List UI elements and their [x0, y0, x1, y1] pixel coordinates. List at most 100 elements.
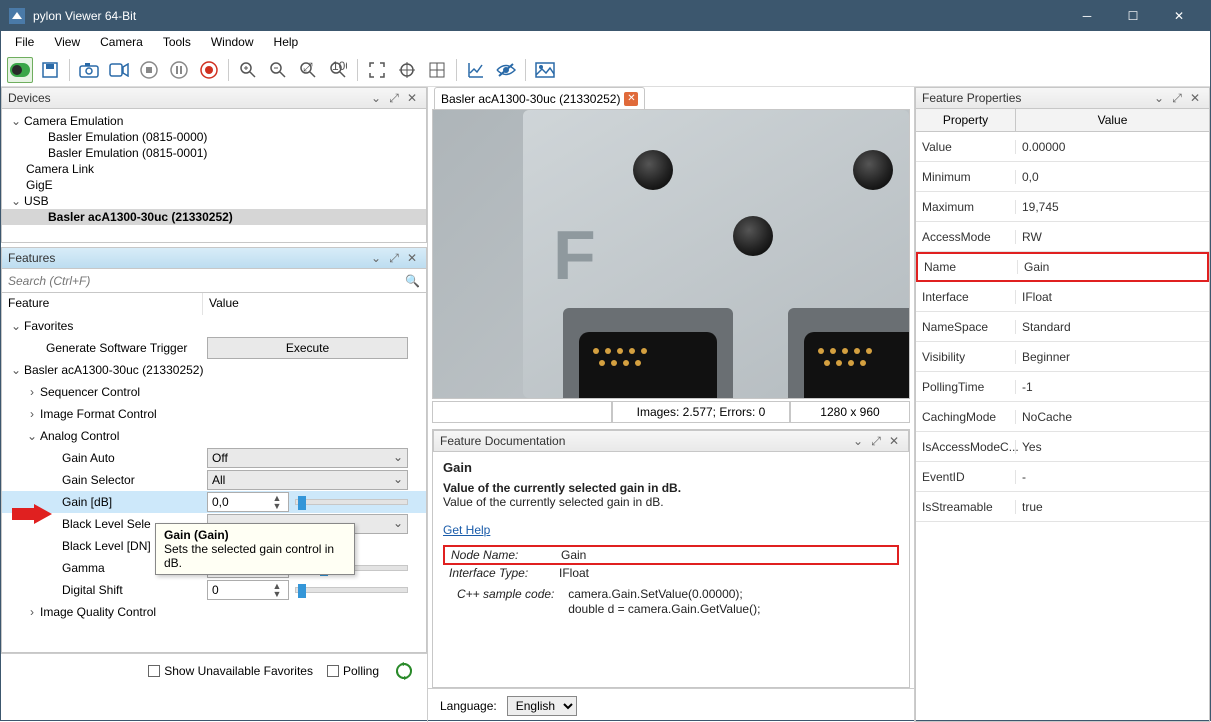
image-statusbar: Images: 2.577; Errors: 0 1280 x 960	[432, 401, 910, 423]
doc-heading: Gain	[443, 460, 899, 475]
features-tree[interactable]: ⌄Favorites Generate Software TriggerExec…	[1, 315, 427, 653]
zoom-out-icon[interactable]	[265, 57, 291, 83]
camera-view[interactable]: F	[432, 109, 910, 399]
doc-node-key: Node Name:	[445, 547, 555, 563]
save-icon[interactable]	[37, 57, 63, 83]
dshift-slider[interactable]	[295, 587, 408, 593]
zoom-in-icon[interactable]	[235, 57, 261, 83]
tree-usb[interactable]: USB	[24, 194, 49, 208]
properties-grid: PropertyValue Value0.00000 Minimum0,0 Ma…	[915, 109, 1210, 722]
fullscreen-icon[interactable]	[364, 57, 390, 83]
panel-close-icon[interactable]: ✕	[886, 433, 902, 449]
tab-close-icon[interactable]: ✕	[624, 92, 638, 106]
video-icon[interactable]	[106, 57, 132, 83]
tree-gige[interactable]: GigE	[26, 178, 53, 192]
panel-undock-icon[interactable]: ⤢	[1169, 90, 1185, 106]
feat-imgformat[interactable]: Image Format Control	[40, 407, 157, 421]
menu-window[interactable]: Window	[203, 33, 262, 51]
panel-dropdown-icon[interactable]: ⌄	[368, 90, 384, 106]
language-label: Language:	[440, 699, 497, 713]
svg-text:100: 100	[332, 61, 347, 73]
panel-close-icon[interactable]: ✕	[1187, 90, 1203, 106]
devices-title: Devices	[8, 91, 51, 105]
crosshair-icon[interactable]	[394, 57, 420, 83]
gain-auto-dropdown[interactable]: Off	[207, 448, 408, 468]
panel-undock-icon[interactable]: ⤢	[386, 250, 402, 266]
polling-checkbox[interactable]: Polling	[327, 664, 379, 678]
feat-gamma[interactable]: Gamma	[62, 561, 105, 575]
feat-blk-lvl[interactable]: Black Level [DN]	[62, 539, 151, 553]
image-tab[interactable]: Basler acA1300-30uc (21330252) ✕	[434, 87, 645, 109]
zoom-fit-icon[interactable]: ⤢	[295, 57, 321, 83]
app-logo-icon	[9, 8, 25, 24]
pause-icon[interactable]	[166, 57, 192, 83]
menu-view[interactable]: View	[46, 33, 88, 51]
panel-close-icon[interactable]: ✕	[404, 90, 420, 106]
panel-dropdown-icon[interactable]: ⌄	[1151, 90, 1167, 106]
feat-camera-node[interactable]: Basler acA1300-30uc (21330252)	[24, 363, 203, 377]
doc-node-val: Gain	[555, 547, 592, 563]
panel-dropdown-icon[interactable]: ⌄	[850, 433, 866, 449]
record-icon[interactable]	[196, 57, 222, 83]
refresh-icon[interactable]	[393, 660, 415, 682]
feat-gain-sel[interactable]: Gain Selector	[62, 473, 135, 487]
search-icon[interactable]: 🔍	[405, 274, 420, 288]
tree-emu2[interactable]: Basler Emulation (0815-0001)	[48, 146, 207, 160]
tree-usbcam[interactable]: Basler acA1300-30uc (21330252)	[48, 210, 233, 224]
panel-undock-icon[interactable]: ⤢	[386, 90, 402, 106]
connect-toggle-icon[interactable]	[7, 57, 33, 83]
panel-dropdown-icon[interactable]: ⌄	[368, 250, 384, 266]
image-icon[interactable]	[532, 57, 558, 83]
tree-emu1[interactable]: Basler Emulation (0815-0000)	[48, 130, 207, 144]
search-input[interactable]	[8, 274, 405, 288]
feat-analog[interactable]: Analog Control	[40, 429, 119, 443]
feat-sequencer[interactable]: Sequencer Control	[40, 385, 140, 399]
grid-icon[interactable]	[424, 57, 450, 83]
doc-body: Gain Value of the currently selected gai…	[433, 452, 909, 687]
tree-camera-emulation[interactable]: Camera Emulation	[24, 114, 123, 128]
features-search[interactable]: 🔍	[1, 269, 427, 293]
devices-panel-header: Devices ⌄ ⤢ ✕	[1, 87, 427, 109]
props-panel-header: Feature Properties ⌄ ⤢ ✕	[915, 87, 1210, 109]
close-button[interactable]: ✕	[1156, 1, 1202, 31]
menubar: File View Camera Tools Window Help	[1, 31, 1210, 53]
zoom-100-icon[interactable]: 100	[325, 57, 351, 83]
get-help-link[interactable]: Get Help	[443, 523, 490, 537]
doc-title-label: Feature Documentation	[440, 434, 565, 448]
snapshot-icon[interactable]	[76, 57, 102, 83]
feat-blk-sel[interactable]: Black Level Sele	[62, 517, 151, 531]
devices-tree[interactable]: ⌄Camera Emulation Basler Emulation (0815…	[1, 109, 427, 243]
gain-spinner[interactable]: 0,0▲▼	[207, 492, 289, 512]
menu-camera[interactable]: Camera	[92, 33, 151, 51]
doc-code1: camera.Gain.SetValue(0.00000);	[568, 587, 743, 601]
dshift-spinner[interactable]: 0▲▼	[207, 580, 289, 600]
panel-close-icon[interactable]: ✕	[404, 250, 420, 266]
minimize-button[interactable]: ─	[1064, 1, 1110, 31]
stop-icon[interactable]	[136, 57, 162, 83]
gain-tooltip: Gain (Gain) Sets the selected gain contr…	[155, 523, 355, 575]
gain-slider[interactable]	[295, 499, 408, 505]
eye-off-icon[interactable]	[493, 57, 519, 83]
tree-camlink[interactable]: Camera Link	[26, 162, 94, 176]
feat-dshift[interactable]: Digital Shift	[62, 583, 123, 597]
menu-file[interactable]: File	[7, 33, 42, 51]
execute-button[interactable]: Execute	[207, 337, 408, 359]
status-resolution: 1280 x 960	[790, 401, 910, 423]
chart-icon[interactable]	[463, 57, 489, 83]
doc-code-label: C++ sample code:	[457, 587, 554, 601]
menu-help[interactable]: Help	[266, 33, 307, 51]
image-tabbar: Basler acA1300-30uc (21330252) ✕	[428, 87, 914, 109]
maximize-button[interactable]: ☐	[1110, 1, 1156, 31]
feat-gain-auto[interactable]: Gain Auto	[62, 451, 115, 465]
gain-sel-dropdown[interactable]: All	[207, 470, 408, 490]
feat-gain[interactable]: Gain [dB]	[62, 495, 112, 509]
feat-favorites[interactable]: Favorites	[24, 319, 73, 333]
feat-imgqual[interactable]: Image Quality Control	[40, 605, 156, 619]
panel-undock-icon[interactable]: ⤢	[868, 433, 884, 449]
menu-tools[interactable]: Tools	[155, 33, 199, 51]
feat-gen-trigger[interactable]: Generate Software Trigger	[46, 341, 187, 355]
language-select[interactable]: English	[507, 696, 577, 716]
doc-code2: double d = camera.Gain.GetValue();	[568, 602, 760, 616]
doc-bold: Value of the currently selected gain in …	[443, 481, 681, 495]
show-unavail-checkbox[interactable]: Show Unavailable Favorites	[148, 664, 313, 678]
